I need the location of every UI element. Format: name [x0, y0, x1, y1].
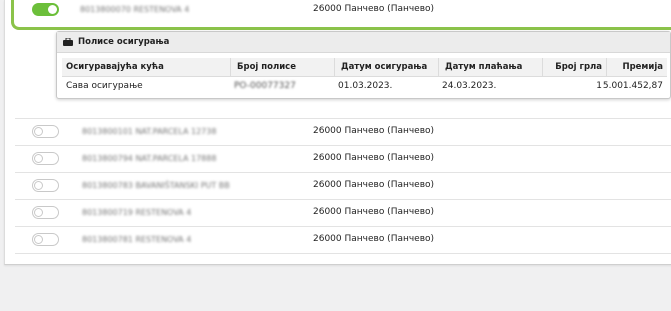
policy-number: PO-00077327 — [230, 77, 334, 94]
farm-toggle-switch[interactable] — [32, 179, 59, 192]
farm-row[interactable]: 8013800719 RESTENOVA 4 26000 Панчево (Па… — [15, 199, 671, 226]
farm-id-blurred: 8013800719 RESTENOVA 4 — [82, 208, 192, 217]
farm-row[interactable]: 8013800783 BAVANIŠTANSKI PUT BB 26000 Па… — [15, 172, 671, 199]
policy-row[interactable]: Сава осигурање PO-00077327 01.03.2023. 2… — [62, 77, 667, 94]
farm-row[interactable]: 8013800101 NAT.PARCELA 12738 26000 Панче… — [15, 118, 671, 145]
farm-id-blurred: 8013800070 RESTENOVA 4 — [80, 5, 190, 14]
payment-date: 24.03.2023. — [442, 80, 497, 91]
insured-date: 01.03.2023. — [338, 80, 393, 91]
farm-address: 26000 Панчево (Панчево) — [313, 180, 435, 190]
farm-id-blurred: 8013800781 RESTENOVA 4 — [82, 235, 192, 244]
farm-toggle-switch[interactable] — [32, 3, 59, 16]
farm-address: 26000 Панчево (Панчево) — [313, 153, 435, 163]
farm-address: 26000 Панчево (Панчево) — [313, 234, 435, 244]
insurer-name: Сава осигурање — [66, 80, 143, 91]
briefcase-icon — [63, 37, 73, 46]
selected-farm-row[interactable]: 8013800070 RESTENOVA 4 26000 Панчево (Па… — [11, 0, 671, 30]
farm-id-blurred: 8013800783 BAVANIŠTANSKI PUT BB — [82, 181, 230, 190]
col-payment-date[interactable]: Датум плаћања — [438, 58, 542, 76]
farm-toggle-switch[interactable] — [32, 152, 59, 165]
farm-row[interactable]: 8013800781 RESTENOVA 4 26000 Панчево (Па… — [15, 226, 671, 254]
farm-toggle-switch[interactable] — [32, 233, 59, 246]
col-insurer[interactable]: Осигуравајућа кућа — [62, 58, 230, 76]
farm-address: 26000 Панчево (Панчево) — [313, 4, 435, 14]
premium: 5.001.452,87 — [602, 80, 663, 91]
policies-subpanel: Полисе осигурања Осигуравајућа кућа Број… — [56, 31, 671, 99]
farm-toggle-switch[interactable] — [32, 125, 59, 138]
farm-address: 26000 Панчево (Панчево) — [313, 126, 435, 136]
policies-header: Полисе осигурања — [57, 32, 670, 53]
policy-number-text: PO-00077327 — [234, 80, 296, 91]
policies-table-header: Осигуравајућа кућа Број полисе Датум оси… — [62, 58, 667, 77]
col-premium[interactable]: Премија — [606, 58, 667, 76]
farm-toggle-switch[interactable] — [32, 206, 59, 219]
farm-id-blurred: 8013800794 NAT.PARCELA 17888 — [82, 154, 217, 163]
col-head-count[interactable]: Број грла — [542, 58, 606, 76]
farm-row[interactable]: 8013800794 NAT.PARCELA 17888 26000 Панче… — [15, 145, 671, 172]
farm-id-blurred: 8013800101 NAT.PARCELA 12738 — [82, 127, 217, 136]
farm-address: 26000 Панчево (Панчево) — [313, 207, 435, 217]
col-policy-number[interactable]: Број полисе — [230, 58, 334, 76]
col-insured-date[interactable]: Датум осигурања — [334, 58, 438, 76]
policies-table: Осигуравајућа кућа Број полисе Датум оси… — [62, 58, 667, 94]
policies-title: Полисе осигурања — [78, 37, 170, 47]
head-count: 1 — [596, 80, 602, 91]
